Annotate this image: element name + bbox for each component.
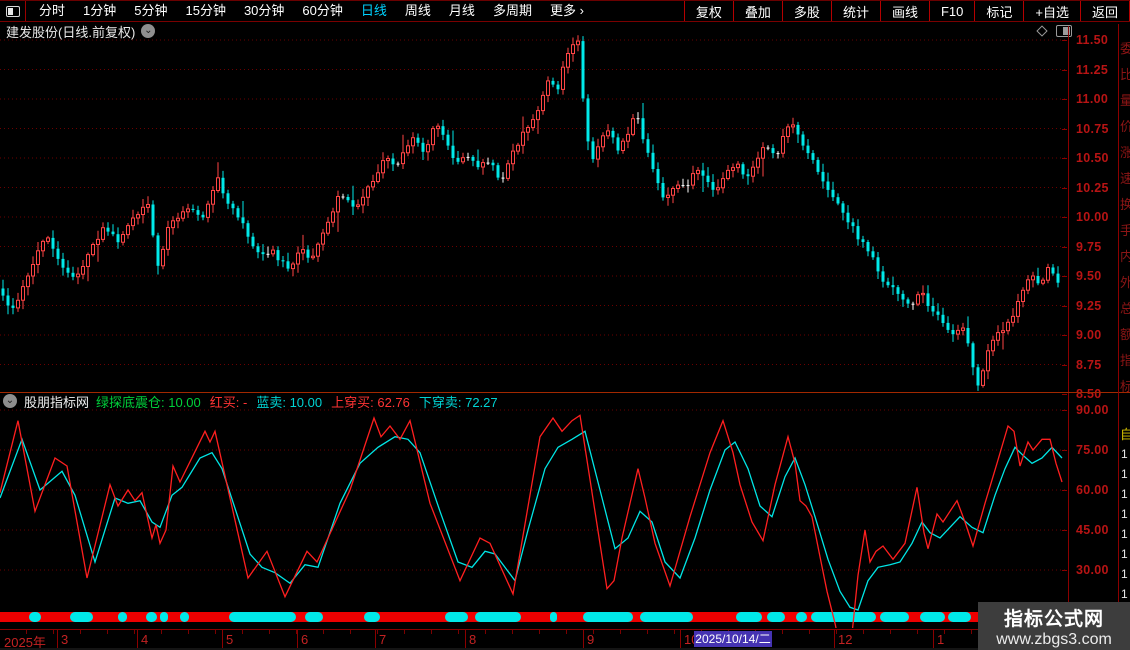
axis-tick [1062,99,1067,100]
app-window: 分时 1分钟 5分钟 15分钟 30分钟 60分钟 日线 周线 月线 多周期 更多 › 复权 叠加 多股… [0,0,1130,650]
tab-多周期[interactable]: 多周期 [484,1,541,21]
action-叠加[interactable]: 叠加 [732,1,782,21]
price-axis-line [1068,26,1069,628]
panel-toggle-icon[interactable] [0,1,26,21]
right-panel-tab: 自 [1120,424,1130,443]
tab-日线[interactable]: 日线 [352,1,396,21]
price-label: 10.50 [1076,151,1109,165]
watermark-title: 指标公式网 [1003,608,1104,630]
axis-tick [1062,305,1067,307]
action-+自选[interactable]: +自选 [1023,1,1080,21]
action-统计[interactable]: 统计 [830,1,880,21]
timeframe-tabs: 分时 1分钟 5分钟 15分钟 30分钟 60分钟 日线 周线 月线 多周期 更多 › [26,1,593,21]
month-separator [583,630,584,649]
indicator-values: 绿探底震仓: 10.00 红买: - 蓝卖: 10.00 上穿买: 62.76 下穿卖:… [96,392,498,411]
top-toolbar: 分时 1分钟 5分钟 15分钟 30分钟 60分钟 日线 周线 月线 多周期 更多 › 复权 叠加 多股… [0,0,1130,22]
axis-tick [1062,128,1067,130]
price-label: 75.00 [1076,443,1109,457]
indicator-value: 上穿买: 62.76 [331,394,410,410]
tab-15分钟[interactable]: 15分钟 [176,1,234,21]
month-label: 12 [838,632,853,647]
tab-月线[interactable]: 月线 [440,1,484,21]
month-separator [137,630,138,649]
right-panel-clipped-text: 委 比 量 价 涨 速 换 手 内 外 总 额 指 标 [1120,36,1130,400]
price-label: 11.00 [1076,92,1109,106]
date-axis[interactable]: 2025年 3 4 5 6 7 8 9 10 12 1 2025/10/14/二 [0,629,1118,650]
indicator-source-label: 股朋指标网 [24,394,90,410]
tab-更多 ›[interactable]: 更多 › [541,1,593,21]
month-label: 6 [301,632,309,647]
axis-tick [1062,217,1067,218]
axis-tick [1062,187,1067,189]
month-separator [375,630,376,649]
half-filled-rect-icon [5,5,20,17]
month-label: 8 [469,632,477,647]
price-label: 8.75 [1076,357,1102,372]
price-label: 90.00 [1076,403,1109,417]
month-separator [933,630,934,649]
price-label: 9.75 [1076,239,1102,254]
watermark-url: www.zbgs3.com [996,630,1112,648]
indicator-value: 绿探底震仓: 10.00 [96,394,201,410]
month-separator [57,630,58,649]
price-label: 10.00 [1076,210,1109,224]
month-separator [222,630,223,649]
price-label: 10.75 [1076,121,1109,136]
price-label: 45.00 [1076,523,1109,537]
watermark: 指标公式网 www.zbgs3.com [978,602,1130,650]
tab-分时[interactable]: 分时 [30,1,74,21]
month-separator [465,630,466,649]
oscillator-chart[interactable] [0,405,1068,628]
month-separator [297,630,298,649]
month-label: 3 [61,632,69,647]
candlestick-chart[interactable] [0,26,1118,392]
axis-tick [1062,335,1067,336]
right-panel-rows: 1 1 1 1 1 1 1 1 [1121,447,1128,601]
action-多股[interactable]: 多股 [781,1,831,21]
price-label: 9.25 [1076,298,1102,313]
price-label: 9.50 [1076,269,1102,283]
action-标记[interactable]: 标记 [974,1,1023,21]
price-label: 30.00 [1076,563,1109,577]
indicator-header: ⌄ 股朋指标网 绿探底震仓: 10.00 红买: - 蓝卖: 10.00 上穿买: 6… [3,392,498,411]
axis-tick [1062,40,1067,41]
price-label: 10.25 [1076,180,1109,195]
month-label: 1 [937,632,945,647]
toolbar-actions: 复权 叠加 多股 统计 画线 F10 标记 +自选 返回 [683,1,1130,21]
indicator-value: 红买: - [209,394,248,410]
tab-60分钟[interactable]: 60分钟 [293,1,351,21]
month-label: 4 [141,632,149,647]
selected-date-label: 2025/10/14/二 [694,631,772,647]
axis-tick [1062,276,1067,277]
tab-5分钟[interactable]: 5分钟 [125,1,176,21]
month-separator [834,630,835,649]
price-label: 11.25 [1076,62,1109,77]
indicator-value: 蓝卖: 10.00 [256,394,323,410]
axis-tick [1062,394,1067,395]
month-label: 7 [379,632,387,647]
month-label: 5 [226,632,234,647]
action-画线[interactable]: 画线 [879,1,929,21]
action-返回[interactable]: 返回 [1079,1,1130,21]
price-label: 60.00 [1076,483,1109,497]
indicator-value: 下穿卖: 72.27 [418,394,498,410]
axis-tick [1062,158,1067,159]
indicator-collapse-icon[interactable]: ⌄ [3,394,17,408]
month-separator [680,630,681,649]
action-F10[interactable]: F10 [928,1,974,21]
right-edge-panel[interactable]: 委 比 量 价 涨 速 换 手 内 外 总 额 指 标 自 1 1 1 1 1 … [1118,24,1130,602]
action-复权[interactable]: 复权 [683,1,733,21]
tab-周线[interactable]: 周线 [396,1,440,21]
axis-tick [1062,364,1067,366]
month-label: 9 [587,632,595,647]
axis-tick [1062,246,1067,248]
tab-1分钟[interactable]: 1分钟 [74,1,125,21]
price-label: 9.00 [1076,328,1102,342]
price-label: 8.50 [1076,387,1102,401]
price-label: 11.50 [1076,33,1109,47]
axis-tick [1062,69,1067,71]
tab-30分钟[interactable]: 30分钟 [235,1,293,21]
